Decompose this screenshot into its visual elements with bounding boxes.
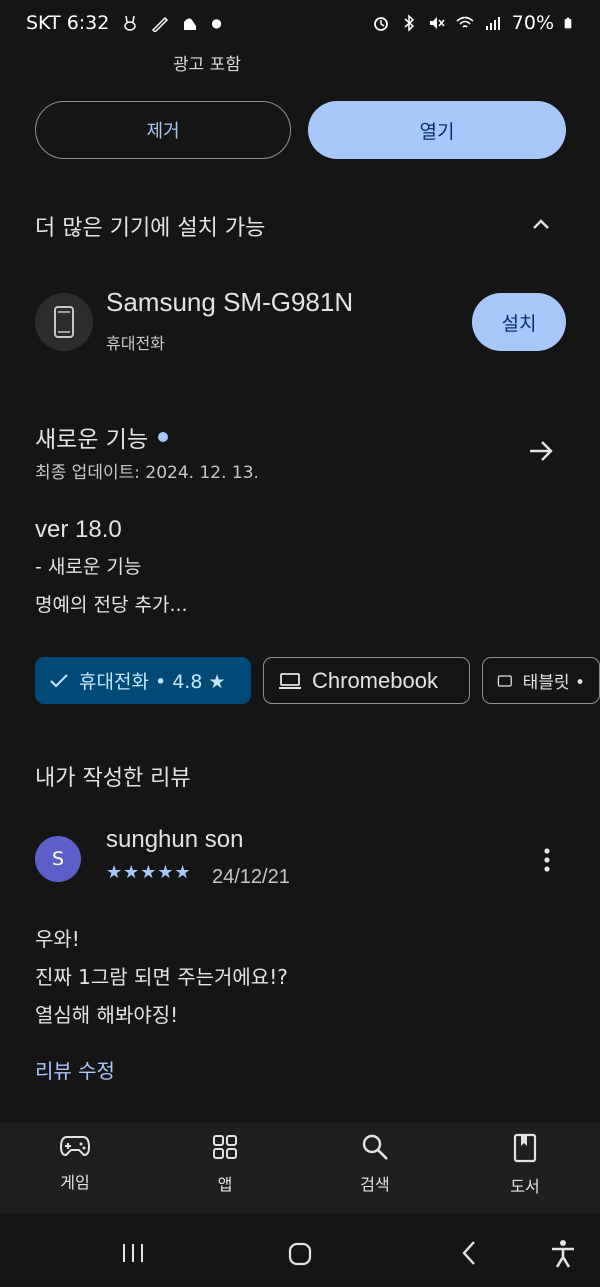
status-bar-right: 70% — [372, 12, 576, 34]
signal-icon — [485, 17, 500, 30]
book-icon — [513, 1133, 537, 1163]
open-button[interactable]: 열기 — [308, 101, 566, 159]
check-icon — [50, 673, 68, 687]
chip-label: 휴대전화 • 4.8 ★ — [79, 671, 226, 693]
phone-icon — [35, 293, 93, 351]
last-updated: 최종 업데이트: 2024. 12. 13. — [35, 463, 259, 483]
review-line: 진짜 1그람 되면 주는거에요!? — [35, 965, 288, 989]
release-notes: ver 18.0 - 새로운 기능 명예의 전당 추가... — [35, 512, 188, 624]
review-date: 24/12/21 — [212, 866, 290, 888]
uninstall-button[interactable]: 제거 — [35, 101, 291, 159]
more-devices-title: 더 많은 기기에 설치 가능 — [35, 216, 266, 241]
battery-percent: 70% — [511, 12, 554, 34]
whats-new-title: 새로운 기능 — [35, 427, 149, 453]
wifi-icon — [456, 16, 474, 28]
arrow-right-icon[interactable] — [528, 438, 554, 464]
status-bar-left: SKT 6:32 ● — [26, 12, 222, 34]
chip-phone[interactable]: 휴대전화 • 4.8 ★ — [35, 657, 251, 704]
carrier-time: SKT 6:32 — [26, 12, 110, 34]
bluetooth-icon — [404, 14, 414, 32]
edit-review-link[interactable]: 리뷰 수정 — [35, 1055, 115, 1084]
chip-chromebook[interactable]: Chromebook — [263, 657, 470, 704]
rabbit-icon — [124, 15, 137, 31]
gamepad-icon — [59, 1136, 91, 1157]
apps-grid-icon — [213, 1135, 237, 1159]
device-type: 휴대전화 — [106, 334, 165, 353]
alarm-icon — [373, 17, 388, 31]
chip-tablet[interactable]: 태블릿 • — [482, 657, 600, 704]
recent-apps-icon[interactable] — [120, 1242, 146, 1264]
whats-new-header[interactable]: 새로운 기능 — [35, 420, 169, 454]
nav-label: 도서 — [510, 1177, 540, 1196]
shoe-icon — [184, 18, 197, 30]
release-note-line: ver 18.0 — [35, 516, 122, 543]
chip-label: Chromebook — [312, 667, 438, 693]
nav-label: 게임 — [60, 1173, 90, 1192]
nav-apps[interactable]: 앱 — [175, 1133, 275, 1195]
review-text: 우와! 진짜 1그람 되면 주는거에요!? 열심해 해봐야징! — [35, 920, 288, 1034]
nav-search[interactable]: 검색 — [325, 1133, 425, 1195]
notification-dot-icon: ● — [211, 16, 222, 30]
nav-games[interactable]: 게임 — [25, 1133, 125, 1193]
tablet-icon — [497, 674, 512, 687]
install-button[interactable]: 설치 — [472, 293, 566, 351]
mute-icon — [429, 17, 445, 29]
release-note-line: 명예의 전당 추가... — [35, 594, 188, 616]
my-review-title: 내가 작성한 리뷰 — [35, 766, 191, 791]
nav-label: 검색 — [360, 1175, 390, 1194]
ad-notice: 광고 포함 — [173, 55, 241, 75]
nav-books[interactable]: 도서 — [475, 1133, 575, 1197]
chip-label: 태블릿 • — [522, 673, 585, 693]
star-rating: ★★★★★ — [106, 862, 192, 883]
avatar: S — [35, 836, 81, 882]
device-name: Samsung SM-G981N — [106, 287, 354, 317]
accessibility-icon[interactable] — [549, 1239, 577, 1269]
laptop-icon — [279, 672, 301, 689]
nav-label: 앱 — [217, 1175, 233, 1194]
home-icon[interactable] — [287, 1241, 313, 1267]
new-indicator-dot — [158, 432, 169, 442]
battery-icon — [564, 17, 572, 29]
more-vert-icon[interactable] — [535, 846, 559, 874]
review-line: 우와! — [35, 927, 80, 951]
pen-icon — [152, 16, 169, 32]
reviewer-name: sunghun son — [106, 826, 244, 853]
review-line: 열심해 해봐야징! — [35, 1003, 179, 1027]
chevron-up-icon[interactable] — [530, 213, 552, 235]
back-icon[interactable] — [460, 1240, 478, 1266]
release-note-line: - 새로운 기능 — [35, 556, 142, 578]
search-icon — [362, 1134, 388, 1160]
